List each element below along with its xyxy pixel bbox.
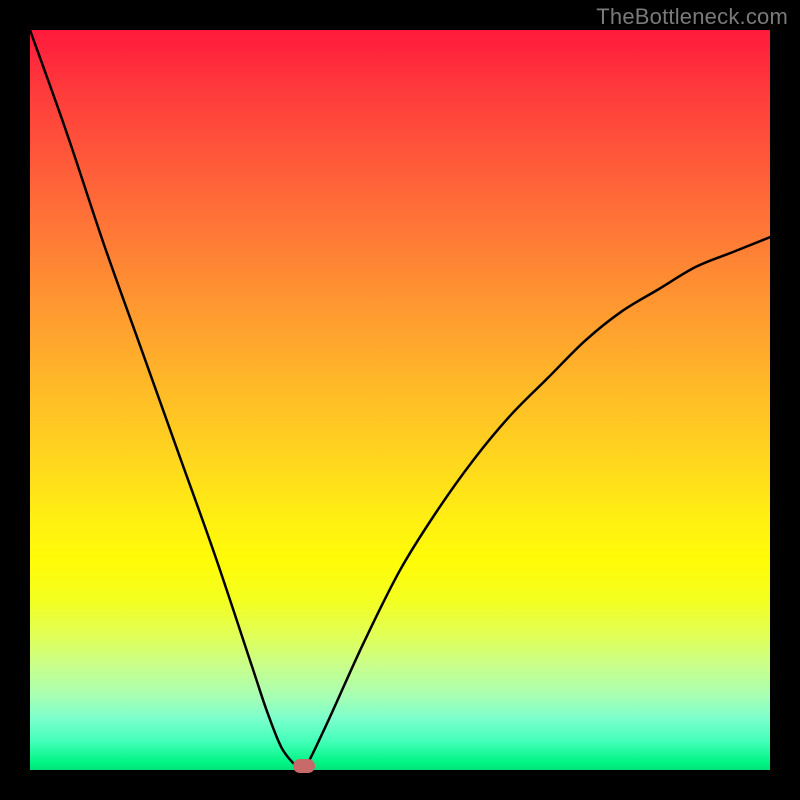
optimal-marker bbox=[293, 759, 315, 773]
plot-area bbox=[30, 30, 770, 770]
watermark-text: TheBottleneck.com bbox=[596, 4, 788, 30]
chart-frame: TheBottleneck.com bbox=[0, 0, 800, 800]
bottleneck-curve bbox=[30, 30, 770, 770]
